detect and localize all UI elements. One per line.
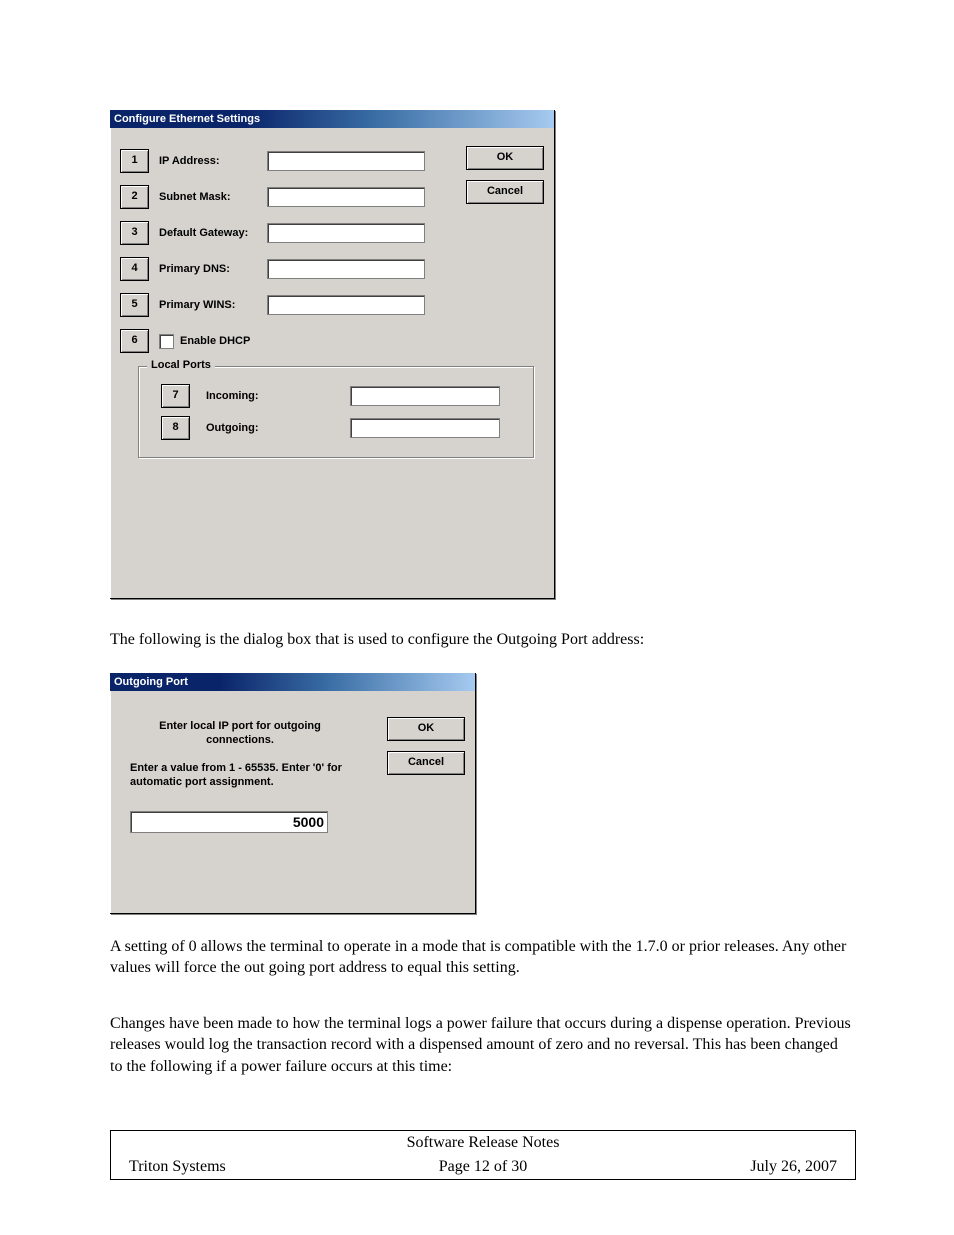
primary-dns-input[interactable] [267, 259, 425, 279]
numkey-5-button[interactable]: 5 [120, 293, 149, 317]
prompt-sub: Enter a value from 1 - 65535. Enter '0' … [130, 761, 360, 789]
numkey-2-button[interactable]: 2 [120, 185, 149, 209]
outgoing-label: Outgoing: [206, 422, 276, 434]
footer-company: Triton Systems [111, 1155, 357, 1180]
cancel-button-2[interactable]: Cancel [387, 751, 465, 775]
primary-wins-label: Primary WINS: [159, 299, 267, 311]
paragraph-2: A setting of 0 allows the terminal to op… [110, 936, 854, 979]
paragraph-1: The following is the dialog box that is … [110, 629, 854, 651]
default-gateway-label: Default Gateway: [159, 227, 267, 239]
paragraph-3: Changes have been made to how the termin… [110, 1013, 854, 1078]
local-ports-group: Local Ports 7 Incoming: 8 Outgoing: [138, 366, 534, 458]
primary-wins-input[interactable] [267, 295, 425, 315]
numkey-4-button[interactable]: 4 [120, 257, 149, 281]
outgoing-port-input[interactable] [350, 418, 500, 438]
footer-page: Page 12 of 30 [356, 1155, 609, 1180]
port-value-input[interactable]: 5000 [130, 811, 328, 833]
numkey-8-button[interactable]: 8 [161, 416, 190, 440]
dialog2-title: Outgoing Port [110, 673, 475, 691]
enable-dhcp-checkbox[interactable] [159, 334, 174, 349]
page-footer: Software Release Notes Triton Systems Pa… [110, 1130, 856, 1180]
numkey-7-button[interactable]: 7 [161, 384, 190, 408]
ip-address-input[interactable] [267, 151, 425, 171]
footer-title: Software Release Notes [111, 1130, 856, 1155]
subnet-mask-input[interactable] [267, 187, 425, 207]
numkey-6-button[interactable]: 6 [120, 329, 149, 353]
numkey-1-button[interactable]: 1 [120, 149, 149, 173]
configure-ethernet-dialog: Configure Ethernet Settings OK Cancel 1 … [110, 110, 555, 599]
local-ports-title: Local Ports [147, 359, 215, 371]
outgoing-port-dialog: Outgoing Port OK Cancel Enter local IP p… [110, 673, 476, 914]
subnet-mask-label: Subnet Mask: [159, 191, 267, 203]
dialog-title: Configure Ethernet Settings [110, 110, 554, 128]
prompt-main: Enter local IP port for outgoing connect… [130, 719, 350, 747]
enable-dhcp-label: Enable DHCP [180, 335, 250, 347]
ok-button-2[interactable]: OK [387, 717, 465, 741]
numkey-3-button[interactable]: 3 [120, 221, 149, 245]
primary-dns-label: Primary DNS: [159, 263, 267, 275]
incoming-port-input[interactable] [350, 386, 500, 406]
incoming-label: Incoming: [206, 390, 276, 402]
default-gateway-input[interactable] [267, 223, 425, 243]
ip-address-label: IP Address: [159, 155, 267, 167]
footer-date: July 26, 2007 [610, 1155, 856, 1180]
